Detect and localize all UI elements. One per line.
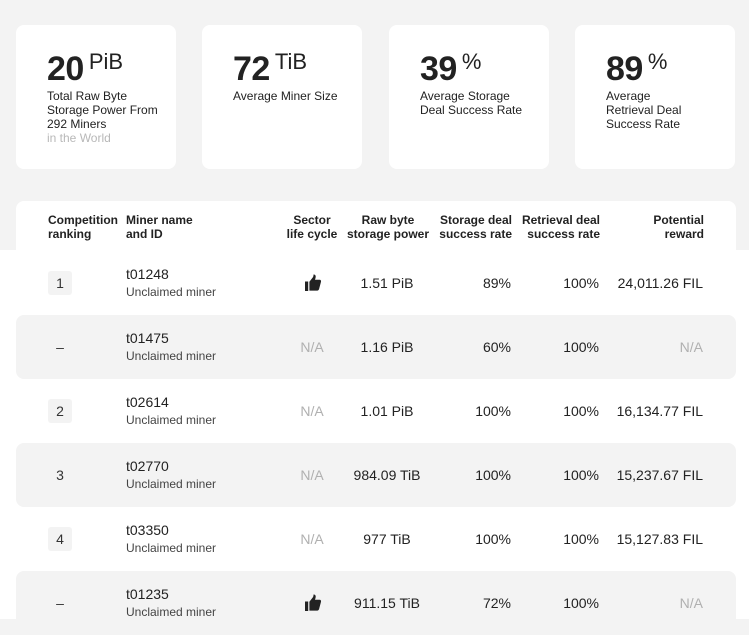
stat-value-group: 72 TiB [233, 49, 308, 88]
rank-badge: 4 [48, 527, 72, 551]
storage-deal-rate: 100% [475, 403, 511, 419]
potential-reward: 15,237.67 FIL [616, 467, 703, 483]
stat-description-text: Average Retrieval Deal Success Rate [606, 89, 682, 131]
raw-storage-power: 911.15 TiB [354, 595, 420, 611]
potential-reward: N/A [679, 339, 703, 355]
rank-badge: – [56, 339, 64, 355]
miner-id-link[interactable]: t02614 [126, 394, 169, 410]
rank-badge: – [56, 595, 64, 611]
stat-unit: % [461, 49, 482, 74]
miner-name: Unclaimed miner [126, 605, 217, 619]
storage-deal-rate: 89% [482, 275, 511, 291]
retrieval-deal-rate: 100% [563, 275, 599, 291]
sector-life-cycle: N/A [300, 339, 324, 355]
stat-unit: PiB [88, 49, 124, 74]
column-header-miner[interactable]: Miner name and ID [126, 213, 206, 241]
sector-life-cycle: N/A [300, 467, 324, 483]
retrieval-deal-rate: 100% [563, 339, 599, 355]
retrieval-deal-rate: 100% [563, 403, 599, 419]
storage-deal-rate: 100% [475, 467, 511, 483]
stat-card-total-power: 20 PiB Total Raw Byte Storage Power From… [16, 25, 176, 169]
stat-value-group: 20 PiB [47, 49, 124, 88]
raw-storage-power: 1.16 PiB [360, 339, 414, 355]
miners-table-header: Competition ranking Miner name and ID Se… [16, 201, 736, 251]
thumbs-up-icon [304, 594, 322, 612]
miner-name: Unclaimed miner [126, 285, 217, 299]
thumbs-up-icon [304, 274, 322, 292]
stat-description: Average Miner Size [233, 89, 348, 103]
potential-reward: 24,011.26 FIL [617, 275, 703, 291]
potential-reward: N/A [679, 595, 703, 611]
storage-deal-rate: 72% [482, 595, 511, 611]
stat-unit: TiB [274, 49, 308, 74]
miner-id-link[interactable]: t02770 [126, 458, 169, 474]
stat-value: 20 [47, 50, 84, 88]
stat-description-text: Average Miner Size [233, 89, 338, 103]
miner-name: Unclaimed miner [126, 349, 217, 363]
rank-badge: 3 [48, 463, 72, 487]
table-row[interactable]: – t01475 Unclaimed miner N/A 1.16 PiB 60% 100%… [16, 315, 736, 379]
raw-storage-power: 1.51 PiB [360, 275, 414, 291]
stat-unit: % [647, 49, 668, 74]
stat-card-storage-deal-rate: 39 % Average Storage Deal Success Rate [389, 25, 549, 169]
miner-id-link[interactable]: t01248 [126, 266, 169, 282]
column-header-storage-rate[interactable]: Storage deal success rate [436, 213, 512, 241]
stat-value: 72 [233, 50, 270, 88]
raw-storage-power: 1.01 PiB [360, 403, 414, 419]
column-header-sector[interactable]: Sector life cycle [284, 213, 340, 241]
potential-reward: 16,134.77 FIL [616, 403, 703, 419]
column-header-retrieval-rate[interactable]: Retrieval deal success rate [519, 213, 600, 241]
miner-id-link[interactable]: t01475 [126, 330, 169, 346]
stat-card-retrieval-deal-rate: 89 % Average Retrieval Deal Success Rate [575, 25, 735, 169]
rank-badge: 2 [48, 399, 72, 423]
stat-value: 39 [420, 50, 457, 88]
raw-storage-power: 977 TiB [363, 531, 411, 547]
stat-value-group: 39 % [420, 49, 482, 88]
raw-storage-power: 984.09 TiB [353, 467, 421, 483]
storage-deal-rate: 100% [475, 531, 511, 547]
stat-description: Average Retrieval Deal Success Rate [606, 89, 696, 131]
retrieval-deal-rate: 100% [563, 531, 599, 547]
column-header-raw-power[interactable]: Raw byte storage power [345, 213, 431, 241]
miner-id-link[interactable]: t03350 [126, 522, 169, 538]
retrieval-deal-rate: 100% [563, 467, 599, 483]
stat-description: Average Storage Deal Success Rate [420, 89, 535, 117]
retrieval-deal-rate: 100% [563, 595, 599, 611]
miner-name: Unclaimed miner [126, 541, 217, 555]
potential-reward: 15,127.83 FIL [616, 531, 703, 547]
table-row[interactable]: – t01235 Unclaimed miner 911.15 TiB 72% 100% N… [16, 571, 736, 635]
summary-cards: 20 PiB Total Raw Byte Storage Power From… [16, 25, 736, 169]
storage-deal-rate: 60% [482, 339, 511, 355]
table-row[interactable]: 4 t03350 Unclaimed miner N/A 977 TiB 100% 100%… [16, 507, 736, 571]
stat-description-text: Average Storage Deal Success Rate [420, 89, 523, 117]
table-row[interactable]: 1 t01248 Unclaimed miner 1.51 PiB 89% 100% 24,… [16, 251, 736, 315]
column-header-ranking[interactable]: Competition ranking [48, 213, 122, 241]
sector-life-cycle: N/A [300, 531, 324, 547]
table-row[interactable]: 3 t02770 Unclaimed miner N/A 984.09 TiB 100% 1… [16, 443, 736, 507]
sector-life-cycle: N/A [300, 403, 324, 419]
column-header-reward[interactable]: Potential reward [628, 213, 704, 241]
stat-value: 89 [606, 50, 643, 88]
stat-description-muted: in the World [47, 131, 111, 145]
table-row[interactable]: 2 t02614 Unclaimed miner N/A 1.01 PiB 100% 100… [16, 379, 736, 443]
miner-id-link[interactable]: t01235 [126, 586, 169, 602]
miner-name: Unclaimed miner [126, 477, 217, 491]
rank-badge: 1 [48, 271, 72, 295]
stat-value-group: 89 % [606, 49, 668, 88]
miner-name: Unclaimed miner [126, 413, 217, 427]
stat-description-text: Total Raw Byte Storage Power From 292 Mi… [47, 89, 158, 131]
stat-description: Total Raw Byte Storage Power From 292 Mi… [47, 89, 162, 145]
stat-card-average-miner-size: 72 TiB Average Miner Size [202, 25, 362, 169]
